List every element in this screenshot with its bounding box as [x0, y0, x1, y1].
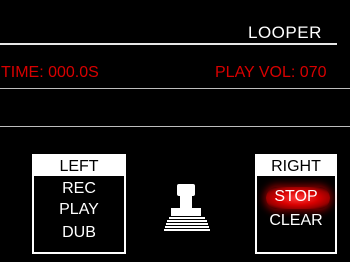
right-panel-options: STOP CLEAR	[255, 176, 337, 254]
left-option-rec[interactable]: REC	[34, 180, 124, 198]
page-title: LOOPER	[248, 23, 322, 42]
left-option-play[interactable]: PLAY	[34, 201, 124, 219]
status-divider	[0, 88, 350, 89]
left-option-dub[interactable]: DUB	[34, 224, 124, 242]
right-option-clear[interactable]: CLEAR	[257, 212, 335, 230]
status-bottom-divider	[0, 126, 350, 127]
left-panel-label: LEFT	[32, 154, 126, 176]
time-readout: TIME: 000.0S	[1, 64, 99, 81]
foot-pedal-icon	[164, 184, 210, 231]
right-panel-label: RIGHT	[255, 154, 337, 176]
left-footswitch-panel[interactable]: LEFT REC PLAY DUB	[32, 154, 126, 254]
play-volume-readout: PLAY VOL: 070	[215, 64, 327, 81]
right-footswitch-panel[interactable]: RIGHT STOP CLEAR	[255, 154, 337, 254]
right-option-stop[interactable]: STOP	[257, 188, 335, 206]
header-divider	[0, 43, 337, 45]
left-panel-options: REC PLAY DUB	[32, 176, 126, 254]
